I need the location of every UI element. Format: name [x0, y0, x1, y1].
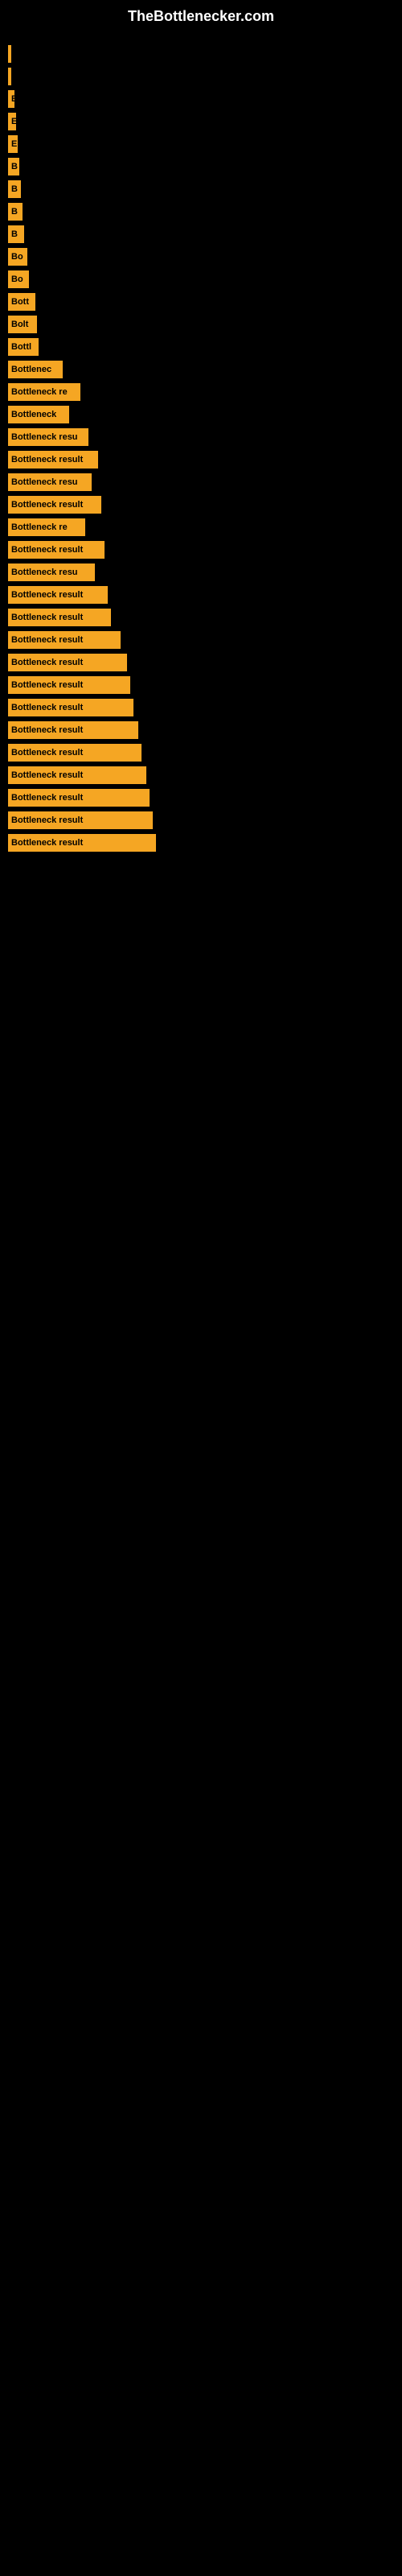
bar-29: Bottleneck result: [8, 699, 133, 716]
bar-row: E: [8, 135, 394, 153]
bar-row: Bottleneck result: [8, 789, 394, 807]
bar-row: Bottleneck re: [8, 518, 394, 536]
bar-27: Bottleneck result: [8, 654, 127, 671]
bar-row: Bottleneck result: [8, 451, 394, 469]
bar-row: Bottleneck result: [8, 721, 394, 739]
bar-34: Bottleneck result: [8, 811, 153, 829]
bar-row: E: [8, 113, 394, 130]
bar-row: B: [8, 158, 394, 175]
bar-28: Bottleneck result: [8, 676, 130, 694]
bar-19: Bottleneck resu: [8, 473, 92, 491]
bar-6: B: [8, 180, 21, 198]
bar-row: Bottlenec: [8, 361, 394, 378]
bar-2: E: [8, 90, 14, 108]
bar-18: Bottleneck result: [8, 451, 98, 469]
bar-9: Bo: [8, 248, 27, 266]
bar-row: E: [8, 90, 394, 108]
bar-24: Bottleneck result: [8, 586, 108, 604]
bar-row: Bo: [8, 270, 394, 288]
bar-21: Bottleneck re: [8, 518, 85, 536]
bar-row: Bottl: [8, 338, 394, 356]
bar-row: B: [8, 180, 394, 198]
bar-23: Bottleneck resu: [8, 564, 95, 581]
bar-33: Bottleneck result: [8, 789, 150, 807]
bar-row: Bottleneck result: [8, 541, 394, 559]
bar-10: Bo: [8, 270, 29, 288]
bar-30: Bottleneck result: [8, 721, 138, 739]
bar-row: Bottleneck: [8, 406, 394, 423]
bar-row: Bottleneck result: [8, 744, 394, 762]
bar-13: Bottl: [8, 338, 39, 356]
bar-row: Bottleneck result: [8, 834, 394, 852]
bar-row: Bolt: [8, 316, 394, 333]
bar-row: Bottleneck result: [8, 496, 394, 514]
bar-11: Bott: [8, 293, 35, 311]
bars-container: EEEBBBBBoBoBottBoltBottlBottlenecBottlen…: [0, 29, 402, 865]
bar-row: Bottleneck re: [8, 383, 394, 401]
bar-row: B: [8, 225, 394, 243]
bar-row: Bottleneck resu: [8, 564, 394, 581]
bar-25: Bottleneck result: [8, 609, 111, 626]
bar-16: Bottleneck: [8, 406, 69, 423]
bar-12: Bolt: [8, 316, 37, 333]
bar-row: Bottleneck resu: [8, 428, 394, 446]
bar-14: Bottlenec: [8, 361, 63, 378]
bar-0: [8, 45, 11, 63]
bar-35: Bottleneck result: [8, 834, 156, 852]
bar-17: Bottleneck resu: [8, 428, 88, 446]
bar-row: Bottleneck result: [8, 609, 394, 626]
bar-15: Bottleneck re: [8, 383, 80, 401]
bar-31: Bottleneck result: [8, 744, 142, 762]
bar-32: Bottleneck result: [8, 766, 146, 784]
bar-3: E: [8, 113, 16, 130]
bar-row: Bottleneck result: [8, 631, 394, 649]
bar-5: B: [8, 158, 19, 175]
bar-row: Bottleneck result: [8, 766, 394, 784]
bar-row: [8, 45, 394, 63]
bar-row: Bottleneck resu: [8, 473, 394, 491]
bar-1: [8, 68, 11, 85]
bar-20: Bottleneck result: [8, 496, 101, 514]
site-title: TheBottlenecker.com: [0, 0, 402, 29]
bar-row: Bottleneck result: [8, 699, 394, 716]
bar-row: Bottleneck result: [8, 654, 394, 671]
bar-8: B: [8, 225, 24, 243]
bar-row: Bottleneck result: [8, 811, 394, 829]
bar-row: B: [8, 203, 394, 221]
bar-row: Bott: [8, 293, 394, 311]
bar-row: Bottleneck result: [8, 586, 394, 604]
bar-26: Bottleneck result: [8, 631, 121, 649]
bar-7: B: [8, 203, 23, 221]
bar-4: E: [8, 135, 18, 153]
bar-22: Bottleneck result: [8, 541, 105, 559]
bar-row: Bottleneck result: [8, 676, 394, 694]
bar-row: [8, 68, 394, 85]
bar-row: Bo: [8, 248, 394, 266]
